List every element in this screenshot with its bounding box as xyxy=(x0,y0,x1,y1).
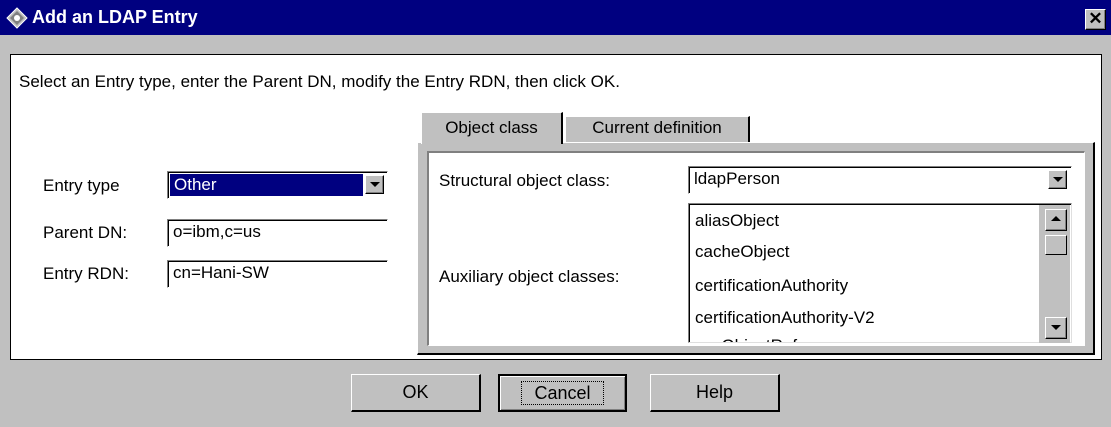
list-scrollbar[interactable] xyxy=(1039,205,1070,343)
tab-current-definition[interactable]: Current definition xyxy=(565,116,750,142)
entry-type-label: Entry type xyxy=(43,176,120,195)
list-item[interactable]: certificationAuthority xyxy=(695,276,848,296)
entry-rdn-label: Entry RDN: xyxy=(43,264,129,283)
cancel-button[interactable]: Cancel xyxy=(498,374,627,412)
scroll-up-button[interactable] xyxy=(1045,209,1067,231)
tab-object-class[interactable]: Object class xyxy=(421,112,563,144)
chevron-up-icon xyxy=(1051,216,1061,221)
ok-button[interactable]: OK xyxy=(351,374,481,412)
close-button[interactable]: ✕ xyxy=(1085,9,1106,30)
structural-object-class-dropdown[interactable]: ldapPerson xyxy=(688,166,1072,194)
parent-dn-input[interactable]: o=ibm,c=us xyxy=(167,219,388,247)
parent-dn-label: Parent DN: xyxy=(43,223,128,242)
scroll-thumb[interactable] xyxy=(1045,235,1067,255)
help-button[interactable]: Help xyxy=(650,374,780,412)
instructions-text: Select an Entry type, enter the Parent D… xyxy=(19,72,620,91)
structural-object-class-label: Structural object class: xyxy=(439,171,611,190)
structural-dropdown-button[interactable] xyxy=(1048,170,1067,189)
list-item[interactable]: certificationAuthority-V2 xyxy=(695,308,875,328)
cancel-button-label: Cancel xyxy=(521,381,604,405)
list-item[interactable]: cosObjectRef xyxy=(695,336,797,342)
scroll-down-button[interactable] xyxy=(1045,317,1067,339)
entry-type-value: Other xyxy=(170,174,363,196)
chevron-down-icon xyxy=(1051,325,1061,330)
title-bar[interactable]: Add an LDAP Entry ✕ xyxy=(0,0,1111,35)
entry-type-dropdown[interactable]: Other xyxy=(167,171,388,199)
chevron-down-icon xyxy=(370,182,380,187)
close-icon: ✕ xyxy=(1088,9,1103,28)
list-item[interactable]: aliasObject xyxy=(695,211,779,231)
chevron-down-icon xyxy=(1053,177,1063,182)
window-title: Add an LDAP Entry xyxy=(32,7,198,27)
auxiliary-object-classes-list[interactable]: aliasObject cacheObject certificationAut… xyxy=(688,203,1072,343)
structural-object-class-value: ldapPerson xyxy=(694,169,781,188)
list-item[interactable]: cacheObject xyxy=(695,242,790,262)
auxiliary-object-classes-label: Auxiliary object classes: xyxy=(439,267,620,286)
ldap-app-icon xyxy=(6,7,28,29)
entry-rdn-input[interactable]: cn=Hani-SW xyxy=(167,260,388,288)
entry-type-dropdown-button[interactable] xyxy=(365,175,384,194)
